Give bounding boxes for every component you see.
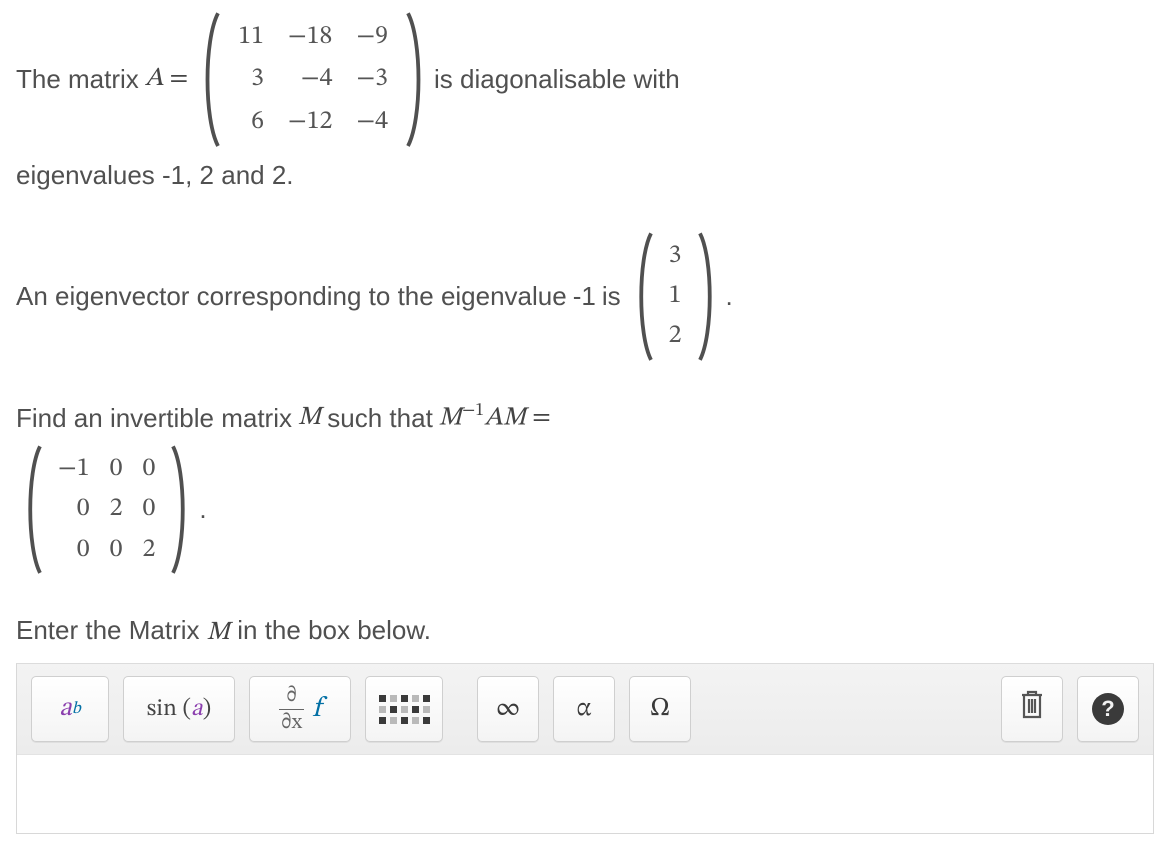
trash-icon [1017, 687, 1047, 732]
matrix-cell: −18 [276, 16, 344, 58]
right-paren-icon [167, 443, 193, 576]
matrix-cell: 3 [226, 58, 276, 100]
eigenvector-statement: An eigenvector corresponding to the eige… [16, 230, 1154, 363]
partial-den: ∂x [279, 710, 304, 736]
matrix-cell: −3 [344, 58, 400, 100]
trig-arg: a [191, 697, 203, 721]
matrix-cell: 0 [48, 530, 100, 570]
help-icon: ? [1092, 693, 1124, 725]
sin-text: sin [147, 697, 177, 721]
inverse-exponent: −1 [462, 402, 484, 420]
problem-statement-line2: eigenvalues -1, 2 and 2. [16, 157, 1154, 193]
matrix-cell: −1 [48, 449, 100, 489]
matrix-D: −1 0 0 0 2 0 0 0 2 [20, 443, 193, 576]
matrix-cell: 0 [132, 489, 165, 529]
infinity-button[interactable]: ∞ [477, 676, 539, 742]
matrix-cell: 2 [659, 316, 692, 356]
matrix-grid-button[interactable] [365, 676, 443, 742]
matrix-cell: 0 [48, 489, 100, 529]
derivative-button[interactable]: ∂ ∂x f [249, 676, 351, 742]
matrix-symbol-M: M [207, 620, 230, 646]
matrix-cell: 11 [226, 16, 276, 58]
right-paren-icon [694, 230, 720, 363]
M-symbol: M [439, 405, 462, 431]
matrix-cell: −4 [344, 101, 400, 143]
open-paren: ( [177, 697, 191, 721]
enter-prompt: Enter the Matrix M in the box below. [16, 612, 1154, 651]
eigenvalue-value: -1 [573, 278, 596, 314]
partial-num: ∂ [284, 683, 299, 709]
equation-input[interactable] [17, 754, 1153, 833]
matrix-symbol-A: A [145, 61, 164, 97]
close-paren: ) [203, 697, 212, 721]
equals-sign: = [532, 400, 551, 436]
derivative-f-label: f [310, 692, 321, 727]
alpha-icon: α [577, 693, 592, 726]
matrix-cell: 0 [100, 530, 133, 570]
grid-icon [379, 695, 430, 724]
matrix-symbol-M: M [298, 400, 321, 436]
power-button[interactable]: ab [31, 676, 109, 742]
AM-symbol: AM [484, 405, 526, 431]
clear-button[interactable] [1001, 676, 1063, 742]
help-button[interactable]: ? [1077, 676, 1139, 742]
left-paren-icon [198, 10, 224, 149]
left-paren-icon [631, 230, 657, 363]
matrix-cell: −12 [276, 101, 344, 143]
diagonal-matrix-D: −1 0 0 0 2 0 0 0 2 . [16, 443, 1154, 576]
matrix-cell: −9 [344, 16, 400, 58]
matrix-cell: 1 [659, 276, 692, 316]
trig-button[interactable]: sin (a) [123, 676, 235, 742]
expression-Minv-A-M: M−1AM [439, 399, 526, 437]
matrix-cell: 3 [659, 236, 692, 276]
period: . [199, 491, 206, 527]
matrix-D-table: −1 0 0 0 2 0 0 0 2 [48, 449, 165, 570]
text: An eigenvector corresponding to the eige… [16, 278, 567, 314]
text: Enter the Matrix [16, 615, 207, 645]
power-exponent-label: b [72, 699, 81, 720]
equation-editor: ab sin (a) ∂ ∂x f [16, 663, 1154, 834]
text: Find an invertible matrix [16, 400, 292, 436]
text: is [602, 278, 621, 314]
matrix-A-table: 11 −18 −9 3 −4 −3 6 −12 −4 [226, 16, 400, 143]
partial-fraction-icon: ∂ ∂x [279, 683, 304, 737]
matrix-cell: 6 [226, 101, 276, 143]
matrix-cell: 0 [132, 449, 165, 489]
equation-editor-toolbar: ab sin (a) ∂ ∂x f [17, 664, 1153, 754]
text: in the box below. [230, 615, 431, 645]
omega-button[interactable]: Ω [629, 676, 691, 742]
find-M-statement: Find an invertible matrix M such that M−… [16, 399, 1154, 437]
alpha-button[interactable]: α [553, 676, 615, 742]
matrix-cell: 2 [132, 530, 165, 570]
matrix-cell: 2 [100, 489, 133, 529]
power-base-label: a [59, 693, 71, 726]
matrix-cell: 0 [100, 449, 133, 489]
matrix-A: 11 −18 −9 3 −4 −3 6 −12 −4 [198, 10, 428, 149]
text: such that [327, 400, 433, 436]
infinity-icon: ∞ [496, 693, 521, 726]
problem-statement-line1: The matrix A = 11 −18 −9 3 −4 −3 6 [16, 10, 1154, 149]
text-suffix: is diagonalisable with [434, 61, 680, 97]
matrix-cell: −4 [276, 58, 344, 100]
text-prefix: The matrix [16, 61, 139, 97]
trig-label: sin (a) [147, 694, 211, 724]
equals-sign: = [169, 61, 188, 97]
omega-icon: Ω [650, 693, 670, 726]
left-paren-icon [20, 443, 46, 576]
vector-v-table: 3 1 2 [659, 236, 692, 357]
period: . [726, 278, 733, 314]
right-paren-icon [402, 10, 428, 149]
vector-v: 3 1 2 [631, 230, 720, 363]
